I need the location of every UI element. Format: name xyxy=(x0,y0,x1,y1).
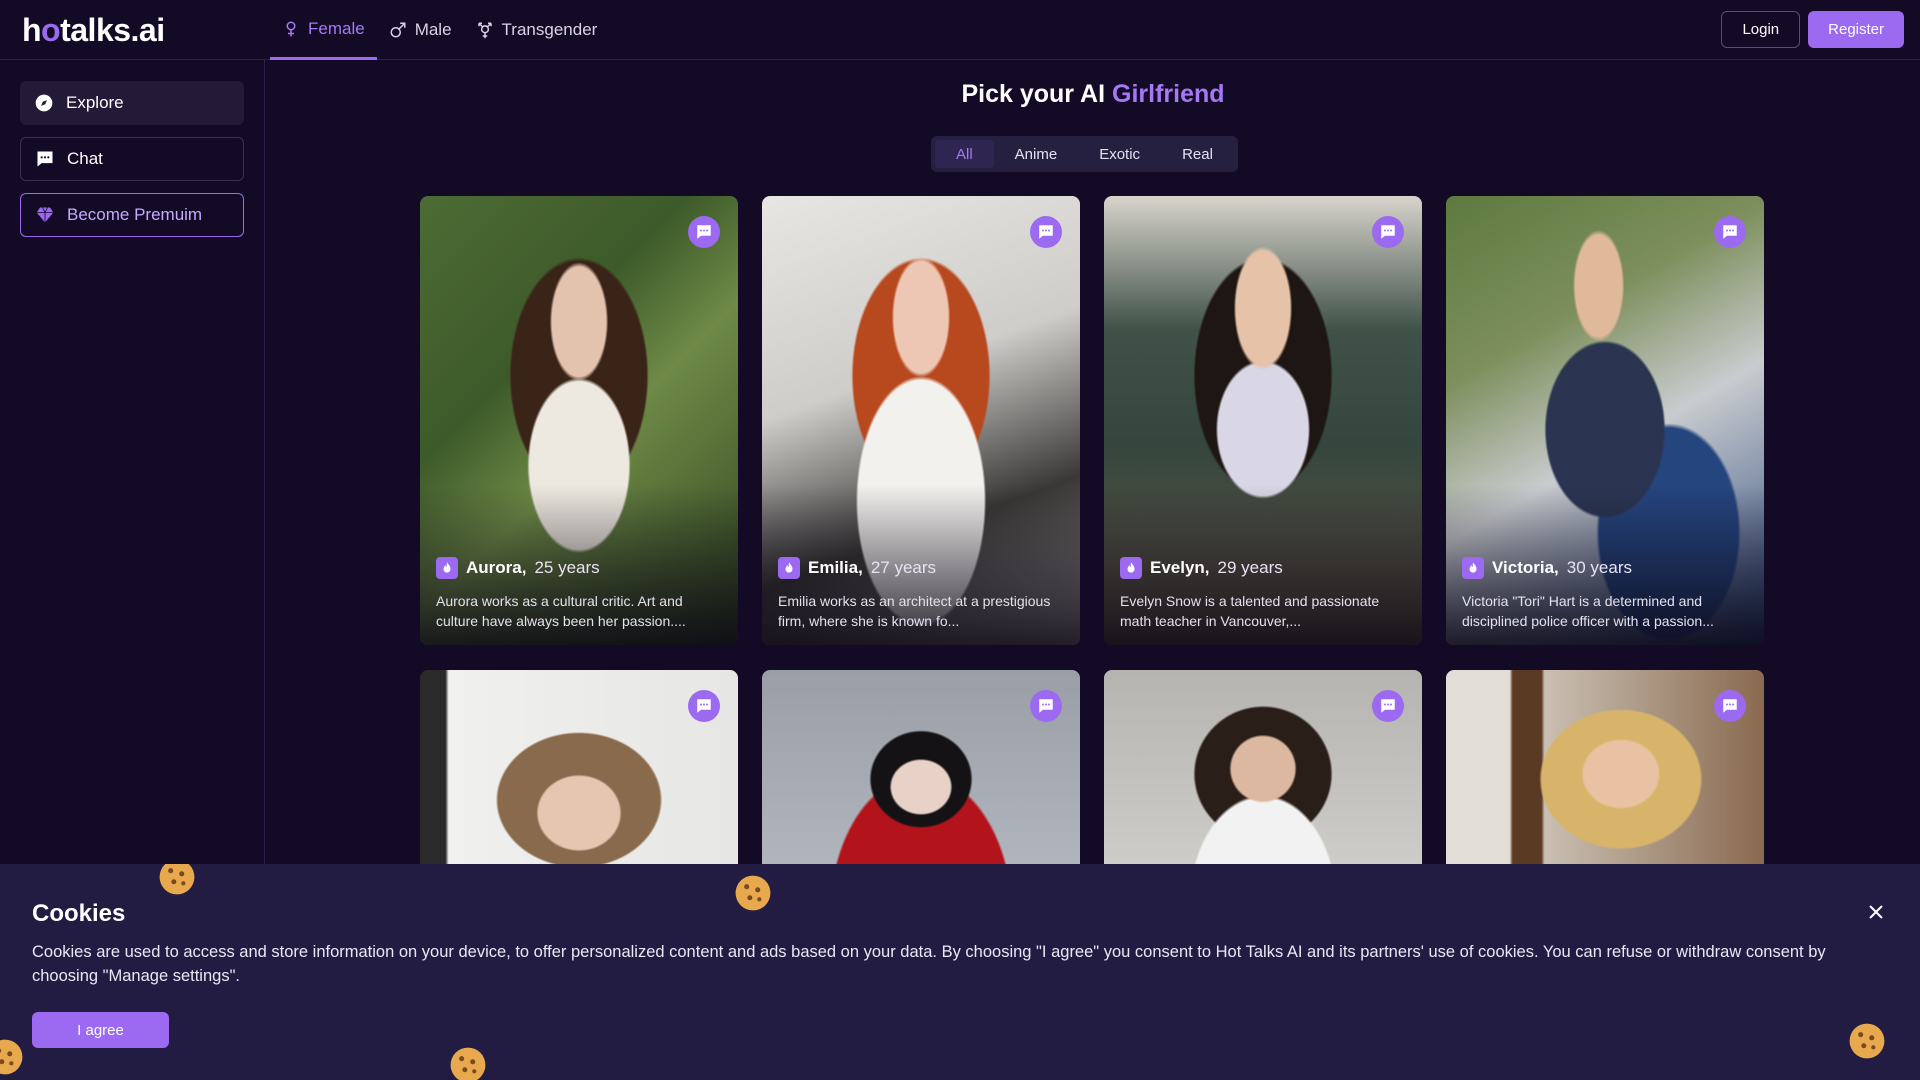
female-icon xyxy=(286,21,296,36)
character-card-emilia[interactable]: Emilia, 27 years Emilia works as an arch… xyxy=(762,196,1080,645)
character-description: Aurora works as a cultural critic. Art a… xyxy=(436,593,686,629)
logo-prefix: h xyxy=(22,12,42,48)
male-icon xyxy=(390,22,406,38)
character-age: 27 years xyxy=(870,558,937,577)
chat-bubble-icon[interactable] xyxy=(1372,690,1404,722)
character-name: Emilia, xyxy=(808,558,863,577)
chat-bubble-icon[interactable] xyxy=(1372,216,1404,248)
name-row: Emilia, 27 years xyxy=(778,557,1064,579)
character-age: 30 years xyxy=(1566,558,1632,577)
card-info: Victoria, 30 years Victoria "Tori" Hart … xyxy=(1462,557,1748,631)
chat-bubble-icon[interactable] xyxy=(688,216,720,248)
register-button[interactable]: Register xyxy=(1808,11,1904,48)
tab-female[interactable]: Female xyxy=(270,0,377,60)
tab-transgender[interactable]: Transgender xyxy=(464,0,610,60)
transgender-icon xyxy=(477,22,492,39)
chat-icon xyxy=(1381,225,1395,239)
chat-icon xyxy=(1723,699,1737,713)
character-name: Victoria, xyxy=(1492,558,1559,577)
character-age: 29 years xyxy=(1217,558,1283,577)
card-info: Evelyn, 29 years Evelyn Snow is a talent… xyxy=(1120,557,1406,631)
filter-real[interactable]: Real xyxy=(1161,140,1234,168)
cookie-text: Cookies are used to access and store inf… xyxy=(32,943,1826,985)
cookie-icon xyxy=(735,875,771,911)
filter-exotic[interactable]: Exotic xyxy=(1078,140,1161,168)
sidebar-item-label: Explore xyxy=(66,93,124,112)
login-button[interactable]: Login xyxy=(1721,11,1801,48)
filter-anime[interactable]: Anime xyxy=(994,140,1079,168)
cookie-title: Cookies xyxy=(32,900,126,927)
character-name: Evelyn, xyxy=(1150,558,1210,577)
chat-bubble-icon[interactable] xyxy=(1714,216,1746,248)
chat-bubble-icon[interactable] xyxy=(1030,216,1062,248)
chat-icon xyxy=(1723,225,1737,239)
card-info: Aurora, 25 years Aurora works as a cultu… xyxy=(436,557,722,631)
logo-suffix: talks.ai xyxy=(60,12,165,48)
sidebar-item-label: Become Premuim xyxy=(67,205,203,224)
character-card-evelyn[interactable]: Evelyn, 29 years Evelyn Snow is a talent… xyxy=(1104,196,1422,645)
character-name: Aurora, xyxy=(466,558,527,577)
chat-icon xyxy=(697,699,711,713)
chat-icon xyxy=(1381,699,1395,713)
cookie-icon xyxy=(1849,1023,1885,1059)
page-title: Pick your AI Girlfriend xyxy=(266,80,1920,109)
gender-tabs: Female Male Transgender xyxy=(270,0,609,60)
flame-icon xyxy=(1120,557,1142,579)
category-filter: All Anime Exotic Real xyxy=(931,136,1238,172)
flame-icon xyxy=(436,557,458,579)
sidebar-item-premium[interactable]: Become Premuim xyxy=(20,193,244,237)
diamond-icon xyxy=(36,207,54,223)
character-age: 25 years xyxy=(534,558,600,577)
cookie-icon xyxy=(0,1039,23,1075)
character-description: Victoria "Tori" Hart is a determined and… xyxy=(1462,593,1714,629)
name-row: Evelyn, 29 years xyxy=(1120,557,1406,579)
top-navbar: h o talks.ai Female Male Transgender Login… xyxy=(0,0,1920,60)
sidebar-item-label: Chat xyxy=(67,149,103,168)
sidebar-item-chat[interactable]: Chat xyxy=(20,137,244,181)
filter-all[interactable]: All xyxy=(935,140,994,168)
cookie-banner: Cookies Cookies are used to access and s… xyxy=(0,864,1920,1080)
compass-icon xyxy=(35,94,53,112)
flame-icon xyxy=(1462,557,1484,579)
character-description: Emilia works as an architect at a presti… xyxy=(778,593,1051,629)
chat-icon xyxy=(37,151,53,167)
chat-icon xyxy=(1039,699,1053,713)
chat-bubble-icon[interactable] xyxy=(688,690,720,722)
flame-icon xyxy=(778,557,800,579)
name-row: Victoria, 30 years xyxy=(1462,557,1748,579)
logo[interactable]: h o talks.ai xyxy=(22,12,165,49)
tab-male[interactable]: Male xyxy=(377,0,464,60)
cookie-icon xyxy=(159,864,195,895)
sidebar-item-explore[interactable]: Explore xyxy=(20,81,244,125)
cookie-icon xyxy=(450,1047,486,1080)
chat-bubble-icon[interactable] xyxy=(1714,690,1746,722)
page-title-prefix: Pick your AI xyxy=(961,80,1106,108)
page-title-accent: Girlfriend xyxy=(1112,80,1225,108)
chat-bubble-icon[interactable] xyxy=(1030,690,1062,722)
agree-button[interactable]: I agree xyxy=(32,1012,169,1048)
character-description: Evelyn Snow is a talented and passionate… xyxy=(1120,593,1380,629)
card-info: Emilia, 27 years Emilia works as an arch… xyxy=(778,557,1064,631)
logo-flame-mark: o xyxy=(41,12,61,48)
chat-icon xyxy=(1039,225,1053,239)
name-row: Aurora, 25 years xyxy=(436,557,722,579)
character-card-victoria[interactable]: Victoria, 30 years Victoria "Tori" Hart … xyxy=(1446,196,1764,645)
tab-male-label: Male xyxy=(414,20,452,39)
character-card-aurora[interactable]: Aurora, 25 years Aurora works as a cultu… xyxy=(420,196,738,645)
tab-transgender-label: Transgender xyxy=(501,20,598,39)
auth-buttons: Login Register xyxy=(1721,11,1904,48)
close-icon[interactable] xyxy=(1866,902,1886,922)
tab-female-label: Female xyxy=(308,18,365,38)
chat-icon xyxy=(697,225,711,239)
